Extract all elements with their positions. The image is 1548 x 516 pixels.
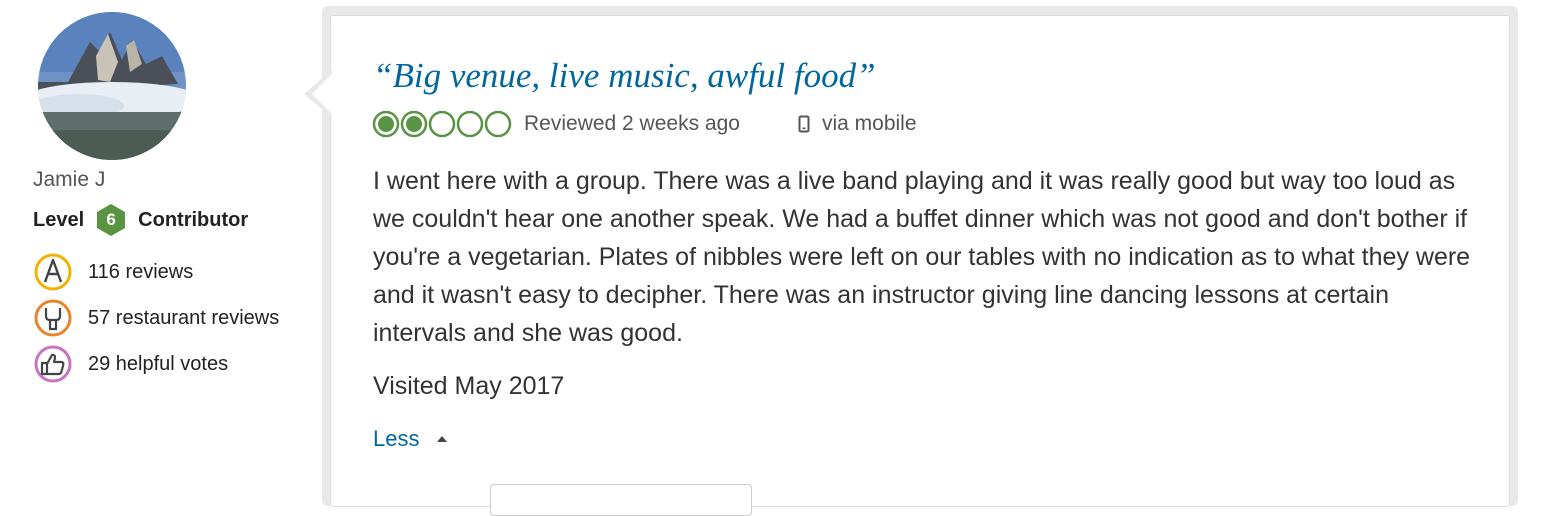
rating-bubble: [400, 110, 428, 138]
pen-badge-icon: [34, 253, 72, 291]
reviewer-name[interactable]: Jamie J: [33, 168, 105, 192]
level-prefix: Level: [33, 208, 85, 231]
stat-reviews-label: 116 reviews: [88, 260, 194, 283]
less-label: Less: [373, 426, 420, 451]
stat-reviews[interactable]: 116 reviews: [33, 252, 193, 292]
mobile-phone-icon: [798, 115, 810, 133]
contributor-level: Level 6 Contributor: [33, 203, 248, 237]
stat-restaurant-reviews[interactable]: 57 restaurant reviews: [33, 298, 279, 338]
less-toggle[interactable]: Less: [373, 426, 448, 452]
caret-up-icon: [437, 436, 448, 442]
thumbs-up-icon: [34, 345, 72, 383]
level-number: 6: [106, 210, 116, 229]
stat-helpful-votes-label: 29 helpful votes: [88, 352, 229, 375]
rating-bubble: [484, 110, 512, 138]
helpful-button[interactable]: [490, 484, 752, 516]
via-mobile-label: via mobile: [821, 112, 917, 135]
level-badge-icon: 6: [94, 203, 128, 237]
via-mobile: via mobile: [798, 112, 917, 136]
card-pointer-fill: [312, 74, 332, 114]
reviewed-date: Reviewed 2 weeks ago: [524, 112, 740, 135]
level-suffix: Contributor: [138, 208, 249, 231]
reviewer-avatar[interactable]: [38, 12, 186, 160]
rating-bubble: [428, 110, 456, 138]
review-title[interactable]: “Big venue, live music, awful food”: [373, 56, 876, 96]
rating-bubble: [456, 110, 484, 138]
fork-knife-icon: [34, 299, 72, 337]
rating-bubble: [372, 110, 400, 138]
visited-date: Visited May 2017: [373, 372, 565, 400]
rating-bubbles-graphic: [372, 110, 512, 138]
review-body: I went here with a group. There was a li…: [373, 167, 1471, 347]
stat-helpful-votes[interactable]: 29 helpful votes: [33, 344, 228, 384]
rating-bubbles: [372, 109, 512, 139]
stat-restaurant-reviews-label: 57 restaurant reviews: [88, 306, 280, 329]
review-meta: Reviewed 2 weeks ago via mobile: [372, 108, 917, 140]
